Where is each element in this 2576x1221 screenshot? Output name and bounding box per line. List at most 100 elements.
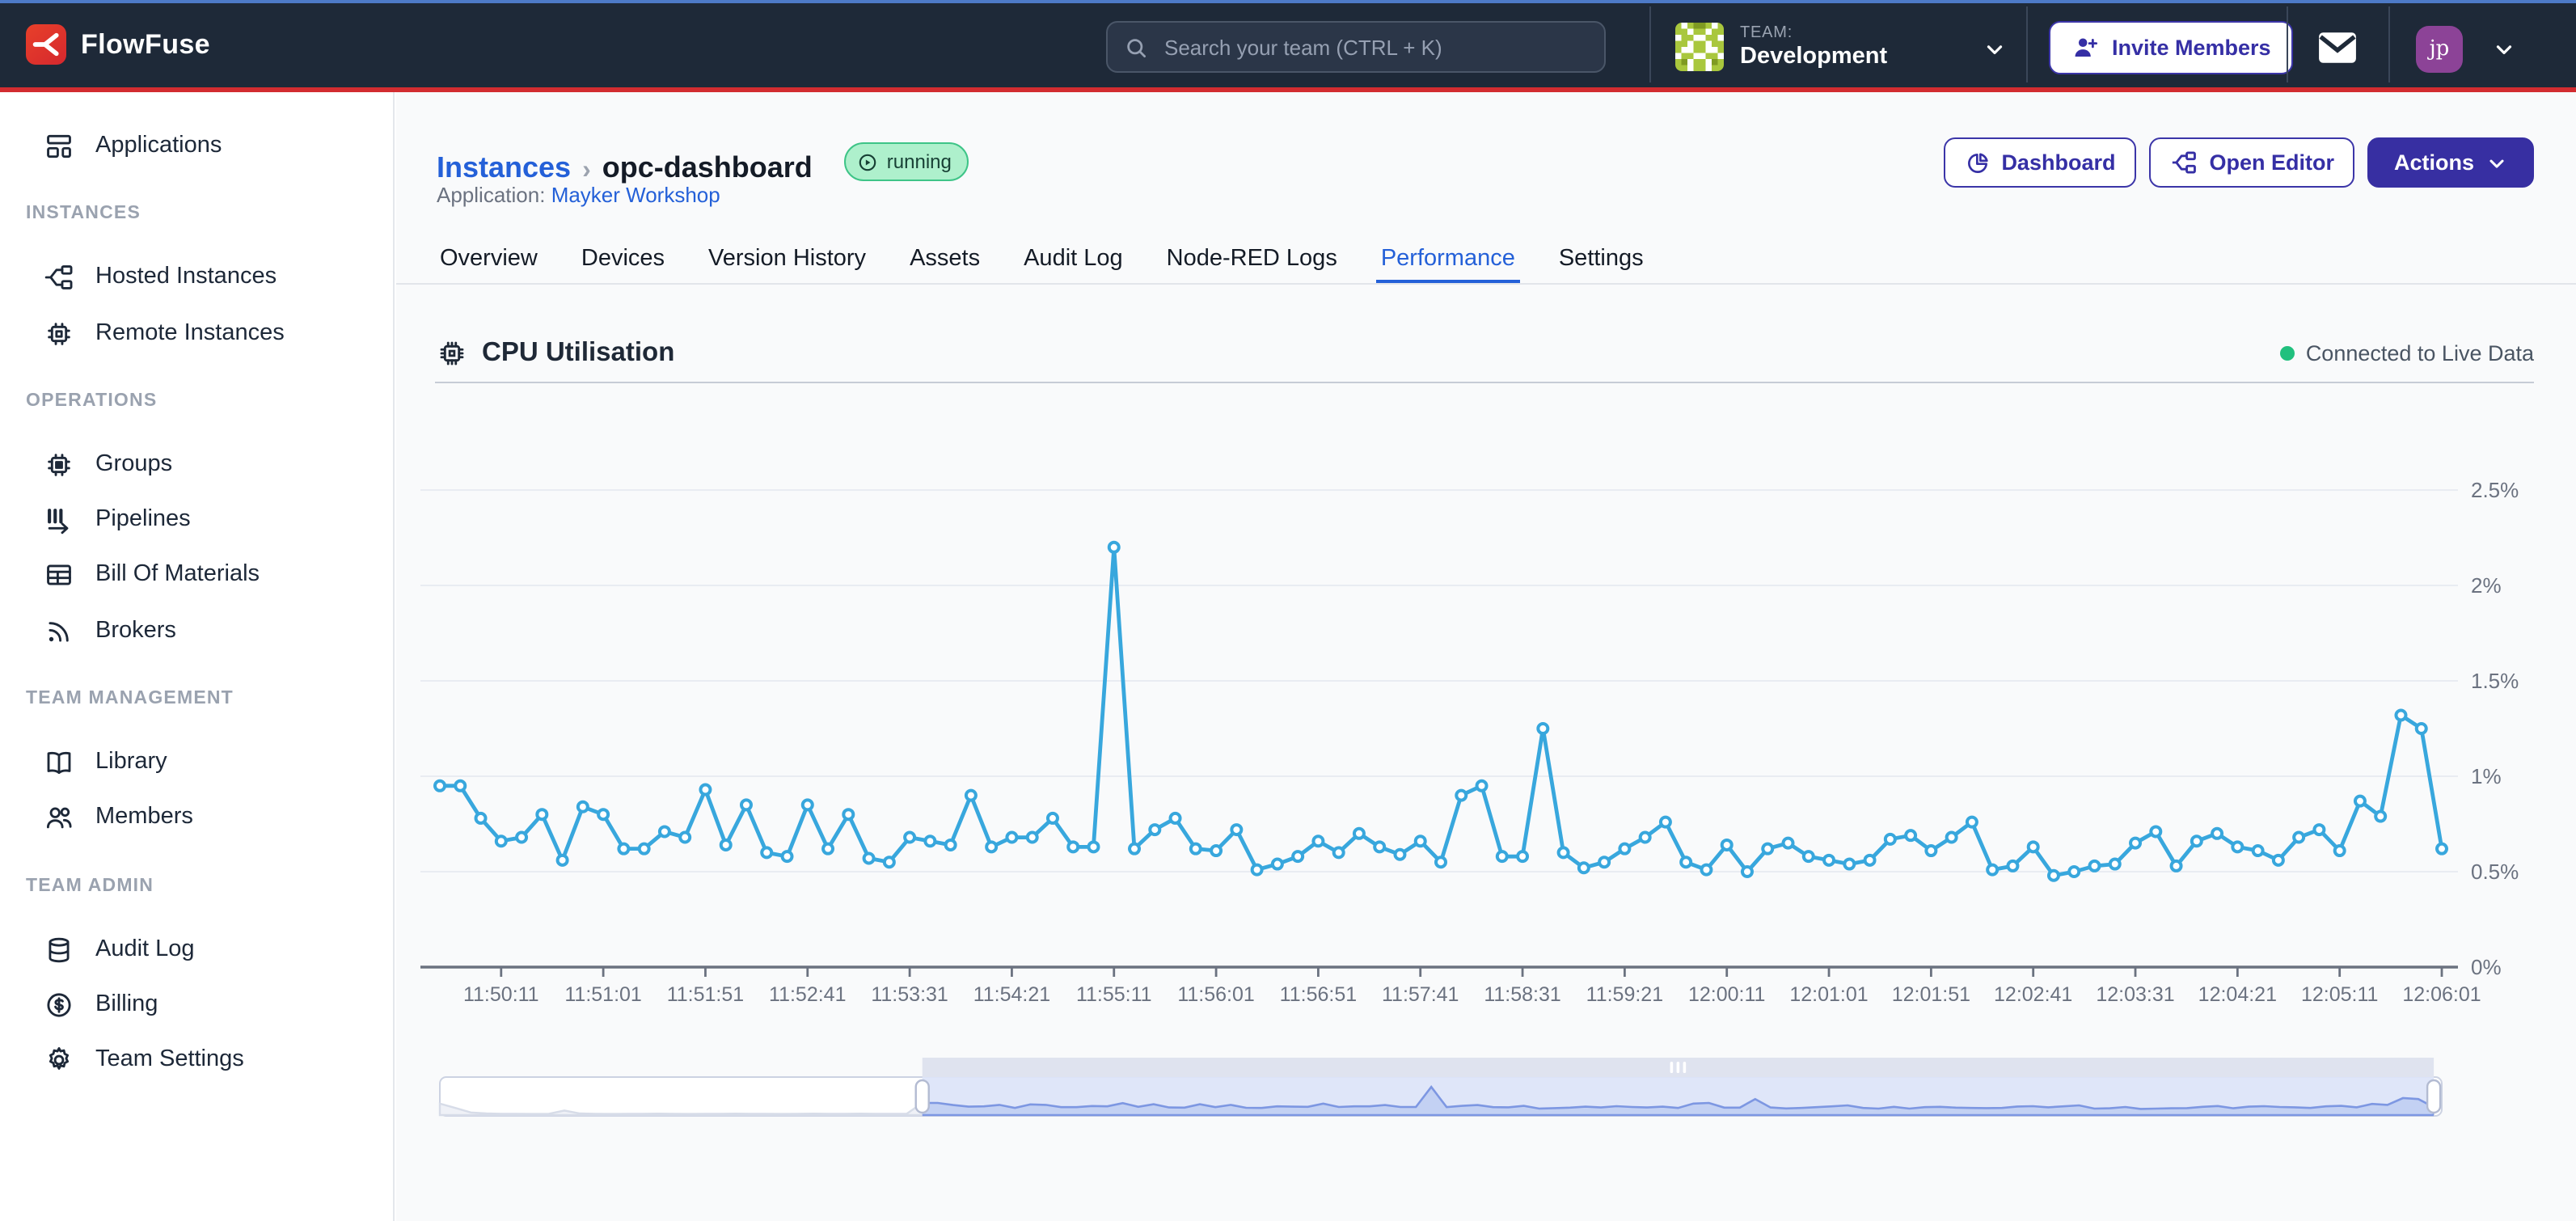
user-add-icon [2071, 34, 2099, 61]
x-axis-label: 12:01:51 [1892, 983, 1970, 1006]
x-axis-label: 12:00:11 [1688, 983, 1765, 1006]
x-axis-label: 12:03:31 [2096, 983, 2174, 1006]
sidebar-item-groups[interactable]: Groups [0, 440, 380, 488]
topbar-divider [2388, 6, 2390, 82]
x-axis-label: 11:51:51 [667, 983, 744, 1006]
team-search-box[interactable] [1106, 21, 1606, 73]
y-axis-label: 2% [2471, 573, 2502, 598]
sidebar-section-header-team-management: TEAM MANAGEMENT [26, 689, 234, 708]
pipelines-icon [44, 504, 74, 534]
x-axis-label: 11:54:21 [973, 983, 1050, 1006]
user-avatar[interactable]: jp [2416, 26, 2463, 73]
tab-assets[interactable]: Assets [905, 236, 985, 285]
search-input[interactable] [1161, 33, 1588, 61]
chart-title: CPU Utilisation [482, 338, 674, 369]
groups-icon [44, 449, 74, 480]
x-axis-label: 11:51:01 [564, 983, 641, 1006]
sidebar-item-members[interactable]: Members [0, 792, 380, 841]
tab-devices[interactable]: Devices [576, 236, 669, 285]
sidebar-section-header-instances: INSTANCES [26, 204, 141, 223]
tab-version-history[interactable]: Version History [703, 236, 871, 285]
sidebar-item-label: Billing [95, 991, 158, 1017]
sidebar-item-brokers[interactable]: Brokers [0, 606, 380, 655]
notifications-mail-icon[interactable] [2317, 31, 2358, 65]
tab-node-red-logs[interactable]: Node-RED Logs [1162, 236, 1342, 285]
sidebar-item-team-settings[interactable]: Team Settings [0, 1035, 380, 1084]
brush-grip-icon [1677, 1062, 1680, 1073]
application-line: Application: Mayker Workshop [437, 183, 720, 207]
sidebar-item-label: Groups [95, 451, 172, 477]
x-axis-label: 12:06:01 [2402, 983, 2481, 1006]
team-selector[interactable]: TEAM: Development [1675, 23, 1887, 71]
sidebar-item-label: Team Settings [95, 1046, 244, 1072]
actions-button[interactable]: Actions [2368, 137, 2534, 188]
sidebar-item-library[interactable]: Library [0, 737, 380, 786]
tab-performance[interactable]: Performance [1376, 236, 1520, 285]
sidebar-item-remote-instances[interactable]: Remote Instances [0, 309, 380, 357]
sidebar-item-bill-of-materials[interactable]: Bill Of Materials [0, 550, 380, 598]
y-axis-label: 0.5% [2471, 860, 2519, 884]
top-navigation-bar: FlowFuse [0, 0, 2576, 92]
tab-settings[interactable]: Settings [1554, 236, 1649, 285]
topbar-divider [2026, 6, 2028, 82]
topbar-divider [2287, 6, 2288, 82]
sidebar-navigation: Applications INSTANCES Hosted Instances Rem… [0, 92, 395, 1221]
tabs-divider [396, 283, 2576, 285]
user-menu-chevron-down-icon[interactable] [2492, 37, 2516, 61]
team-chevron-down-icon[interactable] [1983, 37, 2007, 61]
main-content: Instances›opc-dashboardrunning Applicati… [396, 92, 2576, 1221]
x-axis-label: 11:55:11 [1076, 983, 1152, 1006]
dashboard-button[interactable]: Dashboard [1943, 137, 2136, 188]
sidebar-item-label: Library [95, 749, 167, 775]
sidebar-item-label: Members [95, 804, 193, 830]
open-editor-button[interactable]: Open Editor [2149, 137, 2355, 188]
breadcrumb-instances-link[interactable]: Instances [437, 151, 571, 184]
sidebar-item-label: Applications [95, 133, 222, 158]
sidebar-item-audit-log[interactable]: Audit Log [0, 925, 380, 974]
invite-members-button[interactable]: Invite Members [2049, 21, 2294, 74]
brush-grip-icon [1683, 1062, 1687, 1073]
breadcrumb: Instances›opc-dashboardrunning [437, 142, 969, 185]
tab-audit-log[interactable]: Audit Log [1019, 236, 1128, 285]
sidebar-item-label: Bill Of Materials [95, 561, 260, 587]
x-axis-label: 12:04:21 [2198, 983, 2277, 1006]
flowfuse-logo[interactable]: FlowFuse [26, 24, 210, 65]
sidebar-item-hosted-instances[interactable]: Hosted Instances [0, 252, 380, 301]
cpu-utilisation-line-chart: 0% 0.5% 1% 1.5% 2% 2.5% 11:50:11 11:51:01 11:51:… [396, 388, 2576, 1032]
application-link[interactable]: Mayker Workshop [551, 183, 720, 207]
topbar-divider [1649, 6, 1651, 82]
x-axis-label: 11:59:21 [1586, 983, 1663, 1006]
actions-button-label: Actions [2394, 150, 2474, 175]
sidebar-item-billing[interactable]: Billing [0, 980, 380, 1029]
invite-members-label: Invite Members [2112, 36, 2271, 60]
bill-of-materials-icon [44, 559, 74, 589]
y-axis-label: 1% [2471, 764, 2502, 788]
search-icon [1124, 35, 1148, 59]
y-axis-label: 0% [2471, 955, 2502, 979]
dashboard-button-label: Dashboard [2001, 150, 2115, 175]
sidebar-item-label: Audit Log [95, 936, 195, 962]
live-status-label: Connected to Live Data [2306, 341, 2534, 365]
team-label: TEAM: [1740, 24, 1887, 42]
brush-handle-left[interactable] [916, 1080, 929, 1113]
chart-panel-title: CPU Utilisation [437, 338, 674, 369]
tab-overview[interactable]: Overview [435, 236, 543, 285]
sidebar-item-applications[interactable]: Applications [0, 121, 380, 170]
breadcrumb-separator: › [571, 156, 602, 184]
flowfuse-logo-icon [26, 24, 66, 65]
brush-handle-right[interactable] [2427, 1080, 2440, 1113]
members-icon [44, 801, 74, 832]
chart-range-brush[interactable] [396, 1041, 2576, 1132]
open-editor-button-label: Open Editor [2209, 150, 2334, 175]
team-name: Development [1740, 44, 1887, 70]
x-axis-label: 11:50:11 [463, 983, 539, 1006]
sidebar-item-label: Brokers [95, 618, 176, 644]
y-axis-label: 2.5% [2471, 478, 2519, 502]
y-axis-label: 1.5% [2471, 669, 2519, 693]
sidebar-item-pipelines[interactable]: Pipelines [0, 495, 380, 543]
x-axis-label: 11:58:31 [1484, 983, 1560, 1006]
x-axis-label: 11:57:41 [1382, 983, 1459, 1006]
sidebar-item-label: Hosted Instances [95, 264, 277, 289]
chart-panel-divider [435, 382, 2534, 383]
instance-tabs: Overview Devices Version History Assets Audi… [435, 236, 1649, 285]
